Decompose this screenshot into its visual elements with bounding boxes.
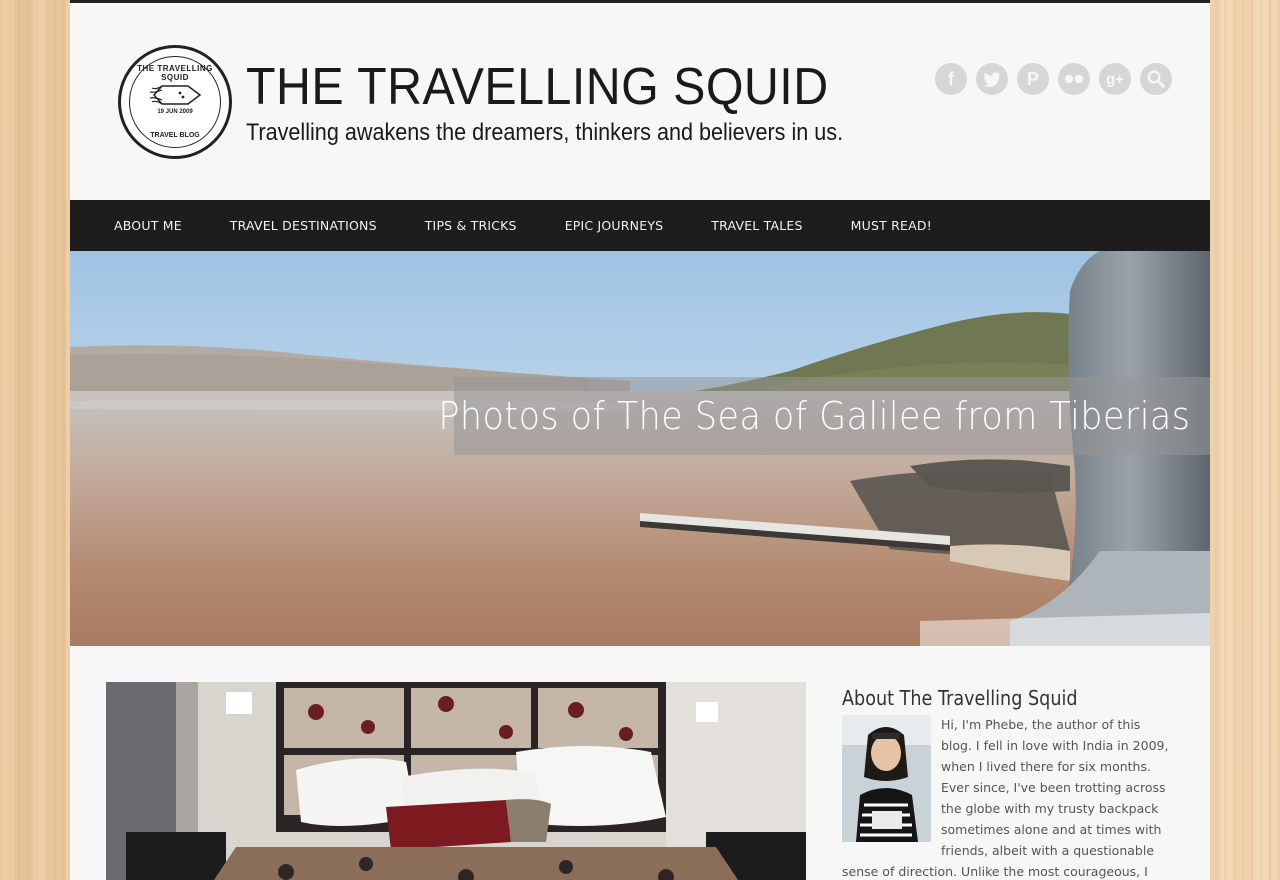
site-title[interactable]: THE TRAVELLING SQUID <box>246 57 829 117</box>
nav-item-tips-tricks[interactable]: TIPS & TRICKS <box>401 218 541 233</box>
about-widget-title: About The Travelling Squid <box>842 686 1078 710</box>
nav-item-travel-destinations[interactable]: TRAVEL DESTINATIONS <box>206 218 401 233</box>
hotel-room-photo <box>106 682 806 880</box>
sidebar: About The Travelling Squid Hi, I'm Phebe… <box>842 686 1172 880</box>
hero-title[interactable]: Photos of The Sea of Galilee from Tiberi… <box>438 394 1190 438</box>
logo-badge[interactable]: THE TRAVELLING SQUID 19 JUN 2009 TRAVEL … <box>118 45 232 159</box>
hero-caption: Photos of The Sea of Galilee from Tiberi… <box>438 377 1210 455</box>
squid-icon <box>150 85 202 105</box>
facebook-icon[interactable]: f <box>935 63 967 95</box>
flickr-icon[interactable] <box>1058 63 1090 95</box>
badge-date: 19 JUN 2009 <box>157 109 193 115</box>
nav-item-about-me[interactable]: ABOUT ME <box>90 218 206 233</box>
nav-item-must-read[interactable]: MUST READ! <box>827 218 956 233</box>
site-tagline: Travelling awakens the dreamers, thinker… <box>246 119 844 146</box>
nav-item-travel-tales[interactable]: TRAVEL TALES <box>687 218 826 233</box>
twitter-icon[interactable] <box>976 63 1008 95</box>
post-featured-image[interactable] <box>106 682 806 880</box>
site-header: THE TRAVELLING SQUID 19 JUN 2009 TRAVEL … <box>70 3 1210 200</box>
nav-item-epic-journeys[interactable]: EPIC JOURNEYS <box>541 218 688 233</box>
page-container: THE TRAVELLING SQUID 19 JUN 2009 TRAVEL … <box>70 0 1210 880</box>
search-icon[interactable] <box>1140 63 1172 95</box>
badge-bottom-text: TRAVEL BLOG <box>150 132 200 139</box>
social-links: f P g+ <box>935 63 1172 95</box>
pinterest-icon[interactable]: P <box>1017 63 1049 95</box>
google-plus-icon[interactable]: g+ <box>1099 63 1131 95</box>
main-navigation: ABOUT ME TRAVEL DESTINATIONS TIPS & TRIC… <box>70 200 1210 251</box>
hero-slider[interactable]: Photos of The Sea of Galilee from Tiberi… <box>70 251 1210 646</box>
author-avatar[interactable] <box>842 715 931 842</box>
